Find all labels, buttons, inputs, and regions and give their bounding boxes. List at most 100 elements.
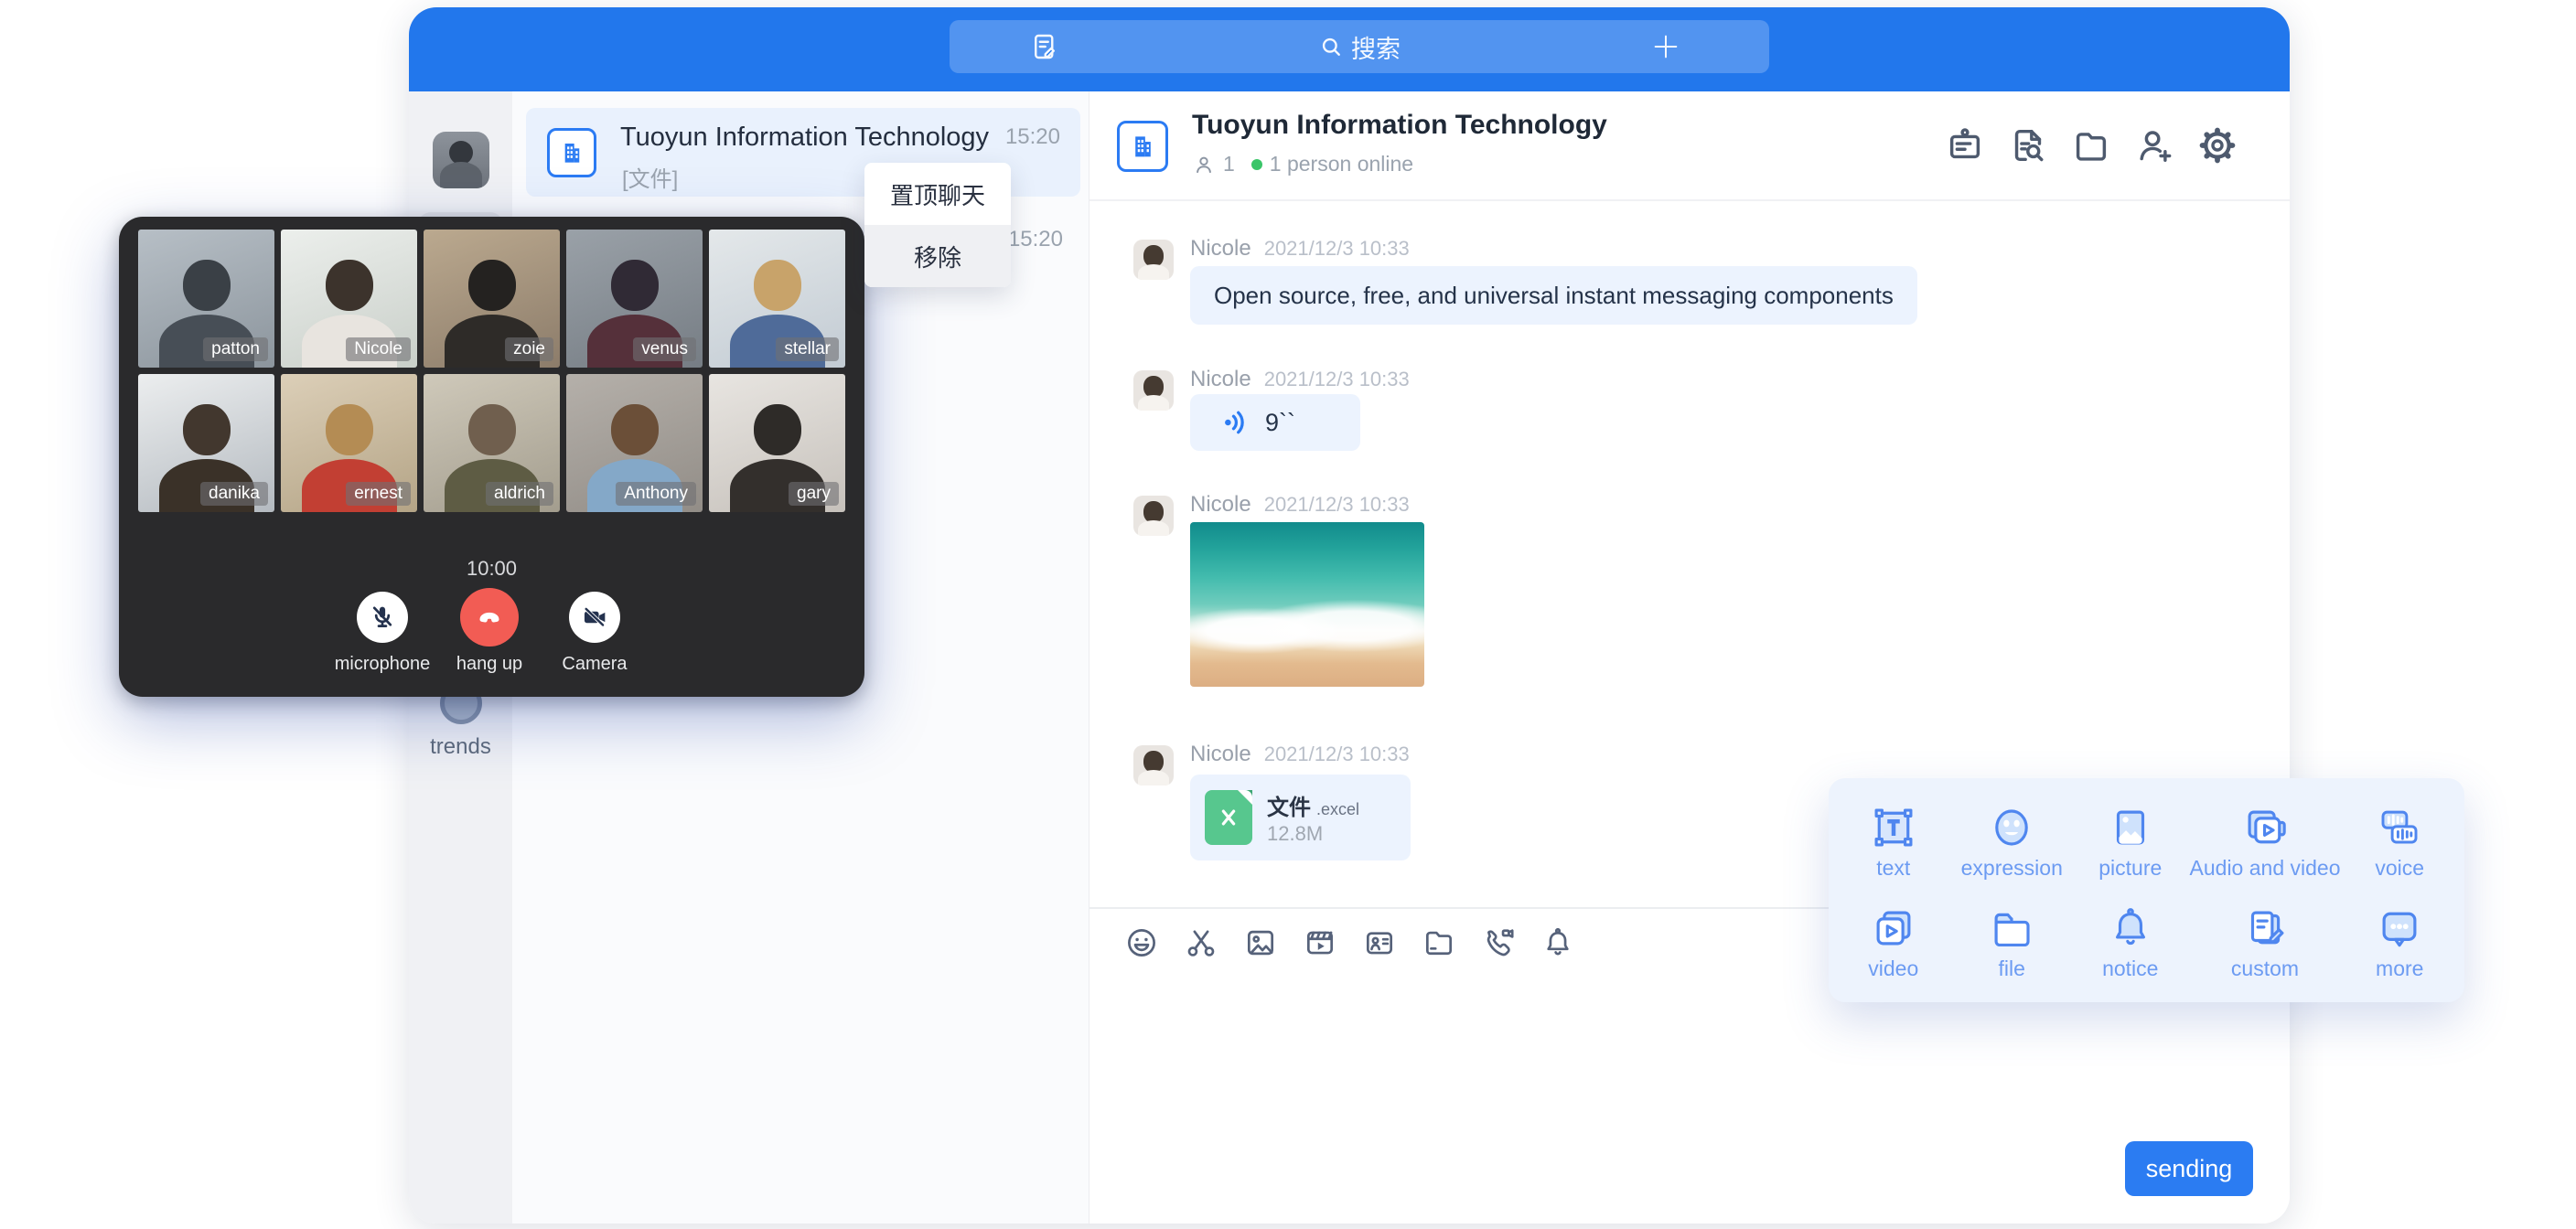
building-icon	[557, 138, 586, 167]
video-tile[interactable]: Nicole	[281, 230, 417, 368]
custom-doc-icon	[2240, 903, 2290, 953]
sender-avatar[interactable]	[1133, 745, 1174, 785]
image-icon[interactable]	[1243, 925, 1278, 960]
message-type-panel: text expression picture	[1829, 778, 2464, 1002]
file-folder-icon	[1987, 903, 2036, 953]
video-call-window: patton Nicole zoie venus stellar danika …	[119, 217, 864, 697]
file-name: 文件	[1267, 789, 1311, 821]
panel-item-picture[interactable]: picture	[2071, 791, 2190, 892]
online-dot-icon	[1251, 159, 1262, 170]
call-timer: 10:00	[119, 557, 864, 581]
message-meta: Nicole 2021/12/3 10:33	[1190, 742, 1410, 767]
file-extension: .excel	[1316, 800, 1359, 819]
folder-icon[interactable]	[1422, 925, 1456, 960]
files-icon[interactable]	[2070, 124, 2112, 166]
hang-up-button[interactable]	[460, 588, 519, 647]
member-count: 1	[1223, 152, 1235, 176]
sender-name: Nicole	[1190, 742, 1251, 767]
voice-message-bubble[interactable]: 9``	[1190, 394, 1360, 451]
contact-card-icon[interactable]	[1362, 925, 1397, 960]
video-tile[interactable]: ernest	[281, 374, 417, 512]
excel-file-icon	[1205, 790, 1252, 845]
text-message-bubble[interactable]: Open source, free, and universal instant…	[1190, 266, 1917, 325]
notice-bell-icon[interactable]	[1540, 925, 1575, 960]
chat-main: Tuoyun Information Technology 1 1 person…	[1089, 91, 2290, 1224]
video-call-icon[interactable]	[1481, 925, 1516, 960]
search-bar[interactable]: 搜索	[950, 20, 1769, 73]
message-time: 2021/12/3 10:33	[1264, 493, 1410, 517]
panel-item-label: custom	[2231, 956, 2299, 981]
members-icon	[1192, 153, 1216, 176]
announcement-icon[interactable]	[1944, 124, 1986, 166]
video-tile[interactable]: gary	[709, 374, 845, 512]
panel-item-video[interactable]: video	[1834, 892, 1953, 994]
plus-icon[interactable]	[1650, 31, 1681, 62]
conversation-title: Tuoyun Information Technology	[620, 123, 989, 153]
video-clapper-icon[interactable]	[1303, 925, 1337, 960]
sender-name: Nicole	[1190, 492, 1251, 518]
participant-name: venus	[633, 337, 696, 361]
video-tile[interactable]: zoie	[424, 230, 560, 368]
send-button[interactable]: sending	[2125, 1141, 2253, 1196]
my-avatar[interactable]	[433, 132, 489, 188]
chat-subtitle: 1 1 person online	[1192, 152, 1413, 176]
camera-toggle-button[interactable]	[569, 592, 620, 643]
participant-name: zoie	[505, 337, 553, 361]
settings-gear-icon[interactable]	[2196, 124, 2238, 166]
sender-avatar[interactable]	[1133, 240, 1174, 280]
panel-item-text[interactable]: text	[1834, 791, 1953, 892]
sender-avatar[interactable]	[1133, 370, 1174, 411]
top-bar: 搜索	[409, 7, 2290, 91]
camera-label: Camera	[531, 654, 659, 675]
add-member-icon[interactable]	[2133, 124, 2175, 166]
chat-header-actions	[1944, 124, 2238, 166]
video-tile[interactable]: aldrich	[424, 374, 560, 512]
emoji-icon[interactable]	[1124, 925, 1159, 960]
chat-history-search-icon[interactable]	[2007, 124, 2049, 166]
panel-item-voice[interactable]: voice	[2340, 791, 2459, 892]
video-tile[interactable]: stellar	[709, 230, 845, 368]
search-icon	[1318, 34, 1344, 59]
participant-name: stellar	[776, 337, 839, 361]
panel-item-more[interactable]: more	[2340, 892, 2459, 994]
chat-header: Tuoyun Information Technology 1 1 person…	[1089, 91, 2290, 201]
expression-icon	[1987, 803, 2036, 852]
panel-item-custom[interactable]: custom	[2190, 892, 2341, 994]
microphone-toggle-button[interactable]	[357, 592, 408, 643]
message-time: 2021/12/3 10:33	[1264, 237, 1410, 261]
more-bubble-icon	[2375, 903, 2424, 953]
sender-name: Nicole	[1190, 367, 1251, 392]
video-icon	[1869, 903, 1918, 953]
trends-label: trends	[409, 734, 512, 760]
participant-name: gary	[789, 482, 839, 506]
file-message-card[interactable]: 文件 .excel 12.8M	[1190, 775, 1411, 860]
sender-name: Nicole	[1190, 236, 1251, 262]
panel-item-notice[interactable]: notice	[2071, 892, 2190, 994]
participant-name: aldrich	[486, 482, 553, 506]
conversation-time: 15:20	[1008, 227, 1063, 252]
video-tile[interactable]: venus	[566, 230, 703, 368]
conversation-last-message: [文件]	[622, 161, 678, 193]
panel-item-audio-video[interactable]: Audio and video	[2190, 791, 2341, 892]
video-tile[interactable]: danika	[138, 374, 274, 512]
text-tool-icon	[1869, 803, 1918, 852]
panel-item-expression[interactable]: expression	[1953, 791, 2072, 892]
menu-item-remove[interactable]: 移除	[864, 225, 1011, 287]
hang-up-icon	[473, 601, 506, 634]
chat-title: Tuoyun Information Technology	[1192, 110, 1607, 141]
screenshot-scissors-icon[interactable]	[1184, 925, 1218, 960]
video-tile[interactable]: Anthony	[566, 374, 703, 512]
group-avatar	[1117, 121, 1168, 172]
image-message-beach[interactable]	[1190, 522, 1424, 687]
voice-bubbles-icon	[2375, 803, 2424, 852]
message-meta: Nicole 2021/12/3 10:33	[1190, 367, 1410, 392]
online-status: 1 person online	[1270, 152, 1413, 176]
search-area[interactable]: 搜索	[950, 20, 1769, 73]
panel-item-file[interactable]: file	[1953, 892, 2072, 994]
participant-name: patton	[203, 337, 268, 361]
file-size: 12.8M	[1267, 822, 1323, 846]
sender-avatar[interactable]	[1133, 496, 1174, 536]
menu-item-pin-chat[interactable]: 置顶聊天	[864, 163, 1011, 225]
video-tile[interactable]: patton	[138, 230, 274, 368]
picture-icon	[2106, 803, 2155, 852]
